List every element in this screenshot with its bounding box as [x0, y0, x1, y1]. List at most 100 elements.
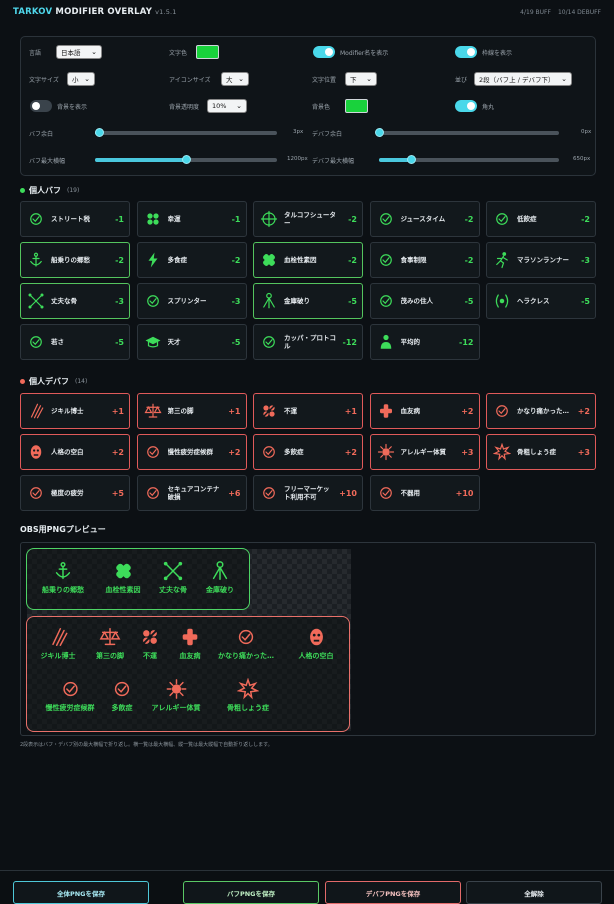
- laurel-icon: [493, 292, 511, 310]
- buff-card[interactable]: スプリンター -3: [136, 283, 247, 319]
- buff-name: カッパ・プロトコル: [284, 333, 336, 350]
- slider-knob[interactable]: [94, 128, 104, 137]
- buff-name: 茂みの住人: [400, 296, 434, 305]
- debuff-name: 第三の脚: [167, 406, 194, 415]
- debuff-card[interactable]: セキュアコンテナ破損 +6: [136, 475, 247, 511]
- debuff-card[interactable]: 人格の空白 +2: [20, 434, 130, 470]
- save-all-png-button[interactable]: 全体PNGを保存: [13, 881, 149, 904]
- rounded-setting: 角丸: [455, 100, 494, 112]
- debuff-margin-label: デバフ余白: [312, 131, 343, 138]
- buff-card[interactable]: 食事制限 -2: [369, 242, 480, 278]
- debuff-margin-value: 0px: [581, 129, 592, 135]
- text-color-swatch[interactable]: [196, 45, 219, 59]
- lockpick-icon: [209, 560, 231, 582]
- modifier-name-toggle[interactable]: [313, 46, 335, 58]
- debuff-card[interactable]: 多飲症 +2: [253, 434, 363, 470]
- preview-item: 金庫破り: [206, 560, 234, 595]
- debuff-name: 極度の疲労: [51, 488, 84, 497]
- buff-card[interactable]: 血栓性素因 -2: [253, 242, 363, 278]
- debuff-card[interactable]: フリーマーケット利用不可 +10: [253, 475, 363, 511]
- bone-burst-icon: [492, 442, 512, 461]
- buff-count: 4/19 BUFF: [520, 8, 551, 16]
- buff-card[interactable]: 多食症 -2: [136, 242, 247, 278]
- crossbones-icon: [162, 560, 184, 582]
- preview-item: 不運: [139, 626, 161, 661]
- preview-item: 丈夫な骨: [159, 560, 187, 595]
- debuff-count: 10/14 DEBUFF: [557, 8, 601, 16]
- pain-icon: [493, 402, 511, 420]
- preview-label: ジキル博士: [40, 652, 76, 660]
- debuff-card[interactable]: アレルギー体質 +3: [369, 434, 480, 470]
- buff-card[interactable]: ヘラクレス -5: [486, 283, 596, 319]
- debuff-card[interactable]: 極度の疲労 +5: [20, 475, 130, 511]
- preview-label: 骨粗しょう症: [227, 704, 269, 712]
- debuff-value: +3: [461, 447, 474, 457]
- preview-item: 人格の空白: [299, 626, 334, 661]
- buff-margin-value: 3px: [293, 129, 304, 135]
- debuff-value: +10: [339, 488, 357, 498]
- slider-knob[interactable]: [182, 155, 191, 164]
- icon-size-select[interactable]: 大 ⌄: [221, 72, 249, 86]
- bg-opacity-select[interactable]: 10% ⌄: [207, 99, 247, 113]
- debuff-margin-slider[interactable]: [375, 128, 559, 137]
- buff-card[interactable]: 平均的 -12: [369, 324, 480, 360]
- buff-card[interactable]: 幸運 -1: [136, 201, 247, 237]
- background-toggle[interactable]: [30, 100, 52, 112]
- buff-value: -2: [464, 255, 474, 265]
- save-buff-png-button[interactable]: バフPNGを保存: [183, 881, 319, 904]
- arrangement-select[interactable]: 2段（バフ上 / デバフ下） ⌄: [474, 72, 572, 86]
- buff-card[interactable]: 低飲症 -2: [486, 201, 596, 237]
- debuff-card[interactable]: かなり痛かった… +2: [486, 393, 596, 429]
- selection-counts: 4/19 BUFF 10/14 DEBUFF: [513, 9, 601, 16]
- buff-card[interactable]: 茂みの住人 -5: [369, 283, 480, 319]
- debuff-card[interactable]: 骨粗しょう症 +3: [486, 434, 596, 470]
- debuff-card[interactable]: 血友病 +2: [369, 393, 480, 429]
- debuff-card[interactable]: ジキル博士 +1: [20, 393, 130, 429]
- buff-name: タルコフシューター: [284, 210, 336, 227]
- youth-icon: [27, 333, 45, 351]
- show-background-setting: 背景を表示: [30, 100, 87, 112]
- broken-clover-icon: [260, 402, 278, 420]
- buff-name: 丈夫な骨: [51, 296, 77, 305]
- frame-toggle[interactable]: [455, 46, 477, 58]
- buff-value: -3: [115, 296, 124, 306]
- buff-value: -2: [231, 255, 241, 265]
- buff-card[interactable]: 船乗りの郷愁 -2: [20, 242, 130, 278]
- kappa-icon: [260, 333, 278, 351]
- buff-card[interactable]: 天才 -5: [136, 324, 247, 360]
- buff-card[interactable]: ストリート税 -1: [20, 201, 130, 237]
- debuff-max-width-slider[interactable]: [379, 155, 559, 164]
- buff-name: 若さ: [51, 337, 64, 346]
- text-position-select[interactable]: 下 ⌄: [345, 72, 377, 86]
- scales-icon: [143, 402, 162, 420]
- preview-label: 人格の空白: [298, 652, 334, 660]
- slider-knob[interactable]: [407, 155, 417, 164]
- buff-card[interactable]: タルコフシューター -2: [253, 201, 363, 237]
- bandage-icon: [112, 560, 134, 582]
- debuff-value: +1: [111, 406, 124, 416]
- slider-knob[interactable]: [375, 128, 384, 137]
- buff-name: 多食症: [167, 255, 188, 264]
- claw-icon: [27, 402, 45, 420]
- clear-all-button[interactable]: 全解除: [466, 881, 602, 904]
- buff-card[interactable]: 若さ -5: [20, 324, 130, 360]
- debuff-card[interactable]: 慢性疲労症候群 +2: [136, 434, 247, 470]
- language-select[interactable]: 日本語 ⌄: [56, 45, 102, 59]
- save-debuff-png-button[interactable]: デバフPNGを保存: [325, 881, 461, 904]
- buff-card[interactable]: マラソンランナー -3: [486, 242, 596, 278]
- buff-card[interactable]: 丈夫な骨 -3: [20, 283, 130, 319]
- buff-margin-slider[interactable]: [94, 128, 277, 137]
- buff-card[interactable]: 金庫破り -5: [253, 283, 363, 319]
- buff-max-width-slider[interactable]: [95, 155, 277, 164]
- buff-card[interactable]: ジュースタイム -2: [369, 201, 480, 237]
- debuff-card[interactable]: 不運 +1: [253, 393, 363, 429]
- rounded-toggle[interactable]: [455, 100, 477, 112]
- text-size-select[interactable]: 小 ⌄: [67, 72, 95, 86]
- bone-burst-icon: [236, 677, 260, 700]
- buff-card[interactable]: カッパ・プロトコル -12: [253, 324, 363, 360]
- drink-icon: [111, 678, 133, 700]
- clover-icon: [144, 210, 162, 228]
- debuff-card[interactable]: 第三の脚 +1: [136, 393, 247, 429]
- bg-color-swatch[interactable]: [345, 99, 368, 113]
- debuff-card[interactable]: 不器用 +10: [369, 475, 480, 511]
